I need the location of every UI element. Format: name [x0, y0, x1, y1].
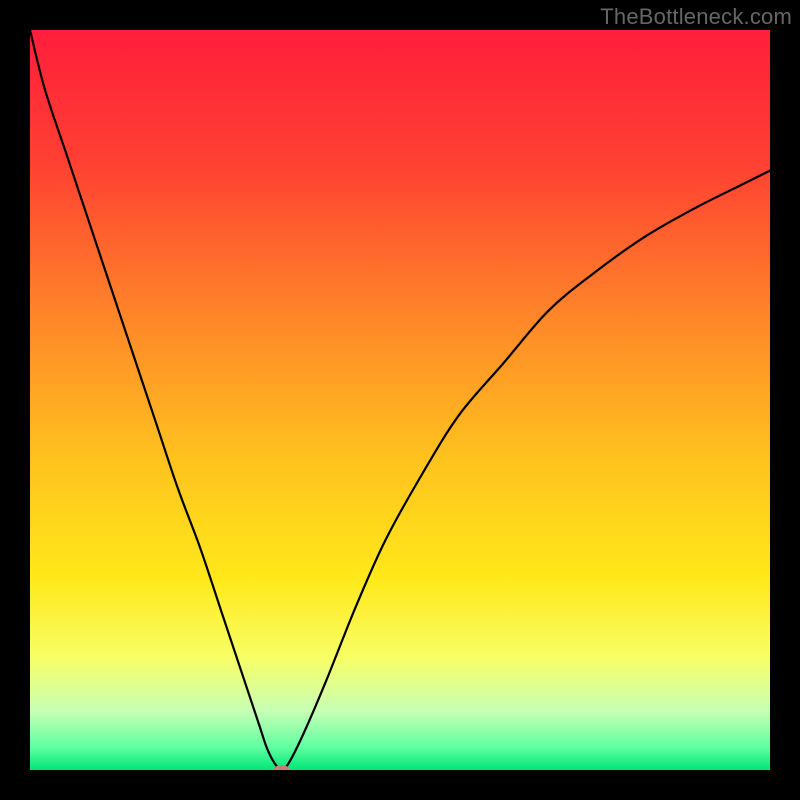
- chart-frame: TheBottleneck.com: [0, 0, 800, 800]
- plot-svg: [30, 30, 770, 770]
- gradient-background: [30, 30, 770, 770]
- plot-area: [30, 30, 770, 770]
- watermark-text: TheBottleneck.com: [600, 4, 792, 30]
